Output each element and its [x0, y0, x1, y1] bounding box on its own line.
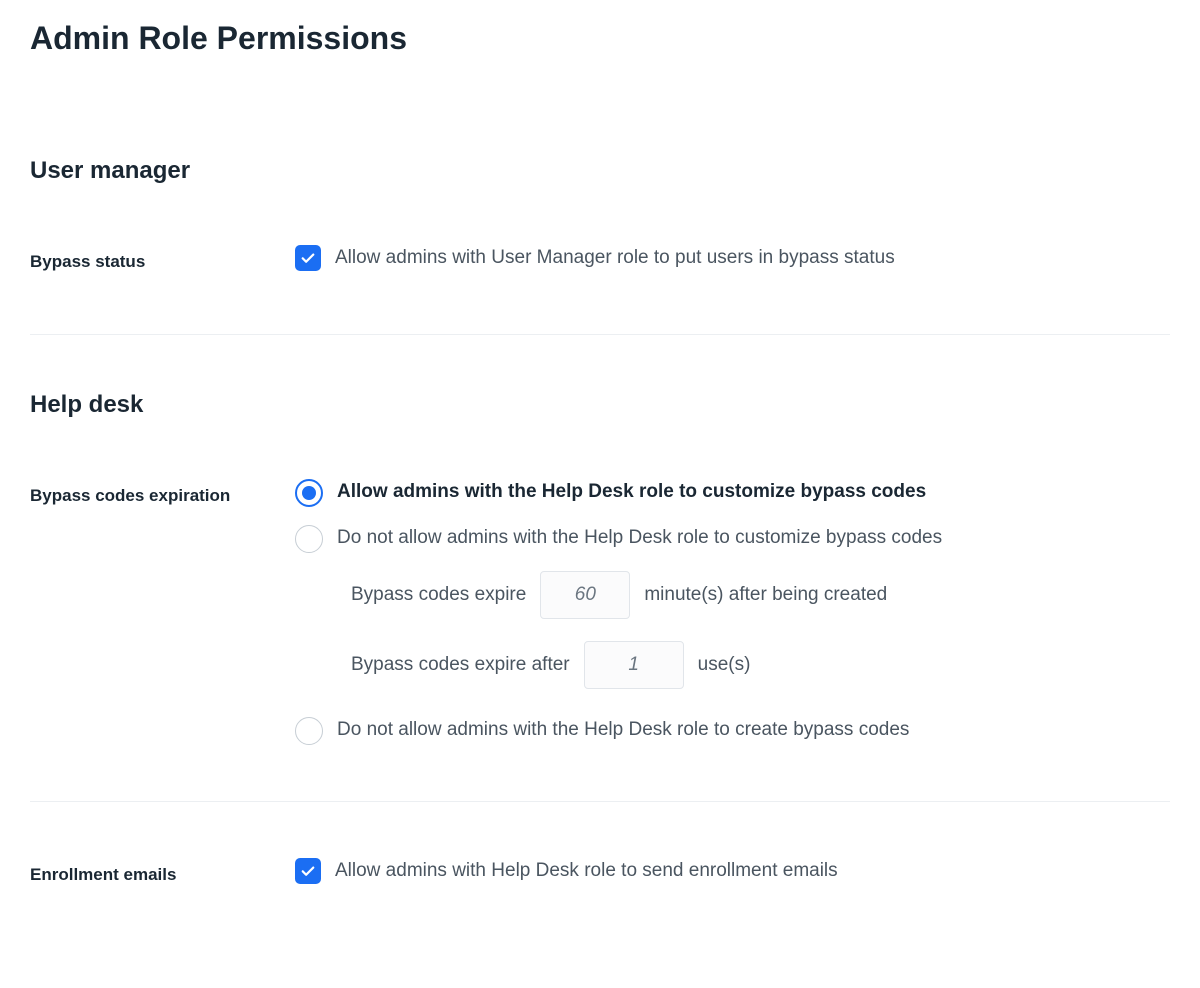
radio-allow-customize-label: Allow admins with the Help Desk role to …: [337, 479, 926, 506]
checkbox-enrollment-emails-label: Allow admins with Help Desk role to send…: [335, 858, 838, 885]
option-disallow-customize: Do not allow admins with the Help Desk r…: [295, 525, 1170, 553]
checkbox-enrollment-emails[interactable]: [295, 858, 321, 884]
page-title: Admin Role Permissions: [30, 20, 1170, 57]
section-title-help-desk: Help desk: [30, 391, 1170, 419]
label-bypass-codes-expiration: Bypass codes expiration: [30, 479, 295, 512]
option-bypass-status: Allow admins with User Manager role to p…: [295, 245, 1170, 272]
nested-expire-minutes: Bypass codes expire minute(s) after bein…: [351, 571, 1170, 619]
option-disallow-create: Do not allow admins with the Help Desk r…: [295, 717, 1170, 745]
option-allow-customize: Allow admins with the Help Desk role to …: [295, 479, 1170, 507]
option-enrollment-emails: Allow admins with Help Desk role to send…: [295, 858, 1170, 885]
row-enrollment-emails: Enrollment emails Allow admins with Help…: [30, 858, 1170, 891]
divider: [30, 334, 1170, 335]
label-enrollment-emails: Enrollment emails: [30, 858, 295, 891]
nested-expire-uses: Bypass codes expire after use(s): [351, 641, 1170, 689]
checkbox-bypass-status-label: Allow admins with User Manager role to p…: [335, 245, 895, 272]
expire-uses-input[interactable]: [584, 641, 684, 689]
checkbox-bypass-status[interactable]: [295, 245, 321, 271]
expire-minutes-input[interactable]: [540, 571, 630, 619]
section-title-user-manager: User manager: [30, 157, 1170, 185]
radio-disallow-customize[interactable]: [295, 525, 323, 553]
expire-minutes-suffix: minute(s) after being created: [644, 584, 887, 606]
row-bypass-codes-expiration: Bypass codes expiration Allow admins wit…: [30, 479, 1170, 745]
radio-disallow-create-label: Do not allow admins with the Help Desk r…: [337, 717, 909, 744]
label-bypass-status: Bypass status: [30, 245, 295, 278]
expire-uses-suffix: use(s): [698, 654, 751, 676]
radio-disallow-create[interactable]: [295, 717, 323, 745]
radio-disallow-customize-label: Do not allow admins with the Help Desk r…: [337, 525, 942, 552]
radio-allow-customize[interactable]: [295, 479, 323, 507]
expire-uses-prefix: Bypass codes expire after: [351, 654, 570, 676]
expire-minutes-prefix: Bypass codes expire: [351, 584, 526, 606]
divider: [30, 801, 1170, 802]
row-bypass-status: Bypass status Allow admins with User Man…: [30, 245, 1170, 278]
